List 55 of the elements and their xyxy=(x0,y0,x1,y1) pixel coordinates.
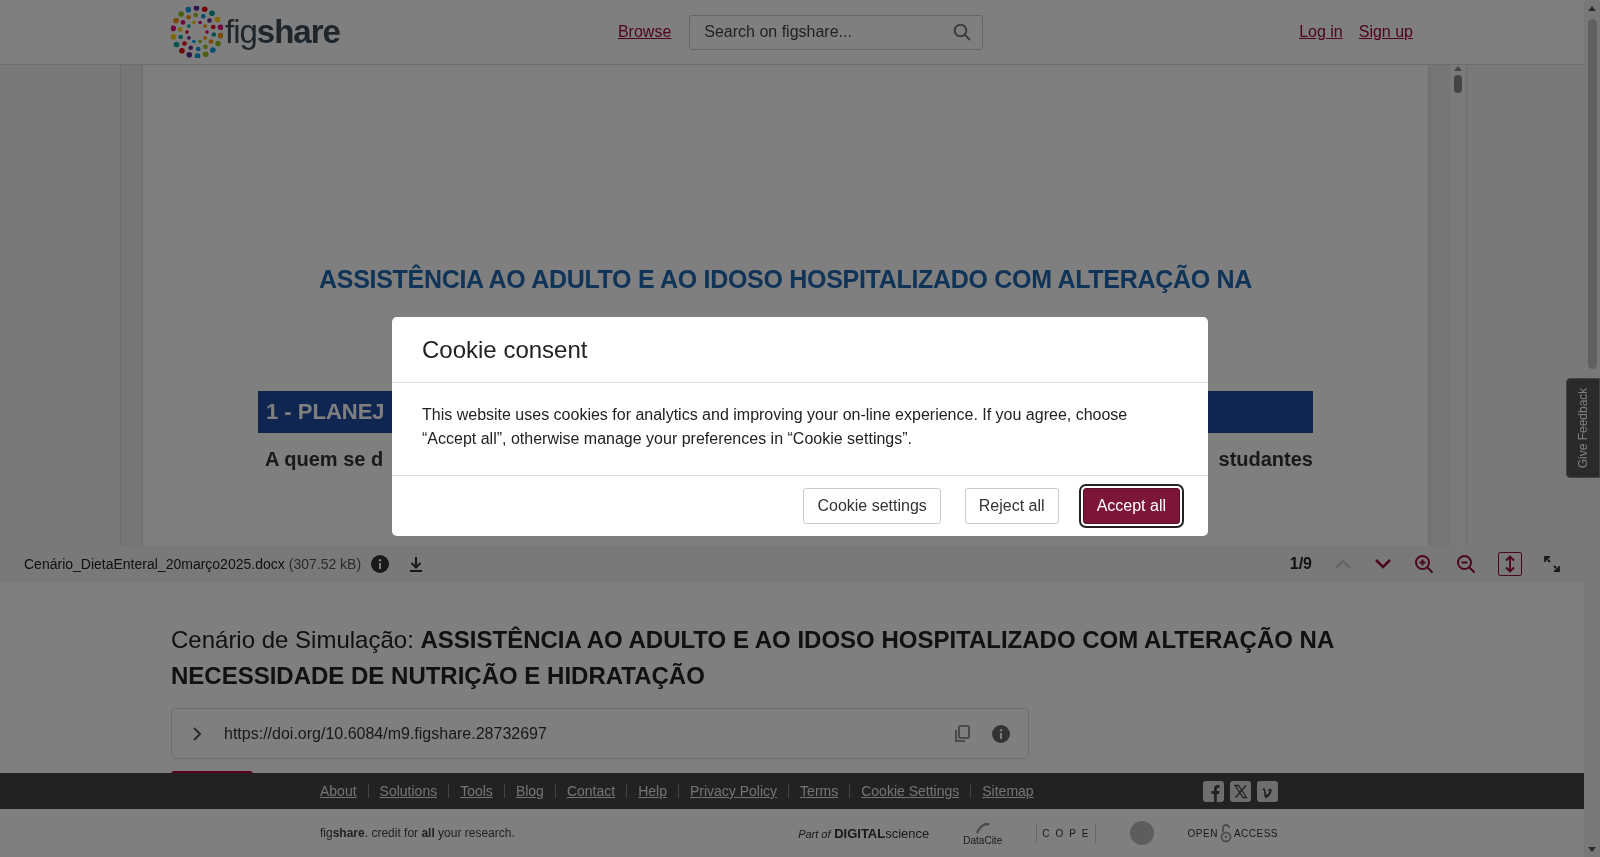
fullscreen-icon[interactable] xyxy=(1544,556,1560,572)
scroll-up-icon[interactable] xyxy=(1588,5,1596,11)
vimeo-icon[interactable] xyxy=(1257,780,1278,802)
document-text: studantes xyxy=(1218,448,1313,471)
file-size: (307.52 kB) xyxy=(288,556,362,572)
facebook-icon[interactable] xyxy=(1203,780,1224,802)
open-access-logo: OPEN ACCESS xyxy=(1187,823,1278,843)
figshare-logo[interactable]: figshare xyxy=(171,6,340,58)
file-name: Cenário_DietaEnteral_20março2025.docx xyxy=(24,556,285,572)
dialog-button[interactable]: Cookie settings xyxy=(803,488,941,524)
search-icon[interactable] xyxy=(953,22,972,41)
figshare-logo-icon xyxy=(171,6,223,58)
info-icon[interactable] xyxy=(992,724,1010,743)
tagline: figshare. credit for all your research. xyxy=(320,826,515,840)
doi-link[interactable]: https://doi.org/10.6084/m9.figshare.28732697 xyxy=(224,724,932,743)
search-field[interactable]: Search on figshare... xyxy=(689,14,984,50)
document-title: ASSISTÊNCIA AO ADULTO E AO IDOSO HOSPITALIZADO COM ALTERAÇÃO NA xyxy=(318,263,1253,295)
footer-link[interactable]: Solutions xyxy=(379,783,438,799)
document-text: A quem se d xyxy=(265,448,384,471)
footer-link[interactable]: Blog xyxy=(515,783,544,799)
signup-link[interactable]: Sign up xyxy=(1358,23,1413,41)
x-logo-icon[interactable] xyxy=(1230,780,1251,802)
login-link[interactable]: Log in xyxy=(1299,23,1343,41)
footer-link[interactable]: Terms xyxy=(800,783,839,799)
zoom-out-icon[interactable] xyxy=(1456,554,1476,574)
expand-chevron-icon[interactable] xyxy=(192,725,202,742)
zoom-in-icon[interactable] xyxy=(1414,554,1434,574)
dialog-message: This website uses cookies for analytics and improving your on-line experience. If you agree, choose “Accept all”, otherwise manage your preferences in “Cookie settings”. xyxy=(392,383,1208,476)
footer-link[interactable]: About xyxy=(320,783,357,799)
section-heading: 1 - PLANEJ xyxy=(266,399,385,425)
footer-link[interactable]: Contact xyxy=(566,783,616,799)
vertical-arrows-icon xyxy=(1503,555,1517,573)
next-page-icon[interactable] xyxy=(1374,558,1392,570)
document-scrollbar[interactable] xyxy=(1450,65,1466,546)
scroll-thumb[interactable] xyxy=(1454,75,1462,93)
feedback-tab[interactable]: Give Feedback xyxy=(1566,378,1600,478)
cope-logo: COPE xyxy=(1036,823,1096,843)
seal-icon xyxy=(1129,821,1154,845)
article-title: Cenário de Simulação: ASSISTÊNCIA AO ADULTO E AO IDOSO HOSPITALIZADO COM ALTERAÇÃO NA NECESSIDADE DE NUTRIÇÃO E HIDRATAÇÃO xyxy=(171,625,1335,691)
footer-link[interactable]: Tools xyxy=(460,783,493,799)
footer-link[interactable]: Privacy Policy xyxy=(689,783,778,799)
footer-link[interactable]: Cookie Settings xyxy=(861,783,960,799)
footer-link[interactable]: Help xyxy=(638,783,667,799)
copy-icon[interactable] xyxy=(954,724,970,743)
scroll-thumb[interactable] xyxy=(1587,19,1597,369)
page-counter: 1/9 xyxy=(1289,555,1312,573)
browse-link[interactable]: Browse xyxy=(617,23,672,41)
footer-link[interactable]: Sitemap xyxy=(982,783,1034,799)
datacite-logo: DataCite xyxy=(963,820,1003,846)
scroll-down-icon[interactable] xyxy=(1588,847,1596,853)
fit-height-button[interactable] xyxy=(1498,552,1522,576)
info-icon[interactable] xyxy=(371,555,390,573)
dialog-button[interactable]: Reject all xyxy=(964,488,1059,524)
digital-science-logo: Part of DIGITALscience xyxy=(798,825,930,841)
dialog-title: Cookie consent xyxy=(422,335,588,364)
